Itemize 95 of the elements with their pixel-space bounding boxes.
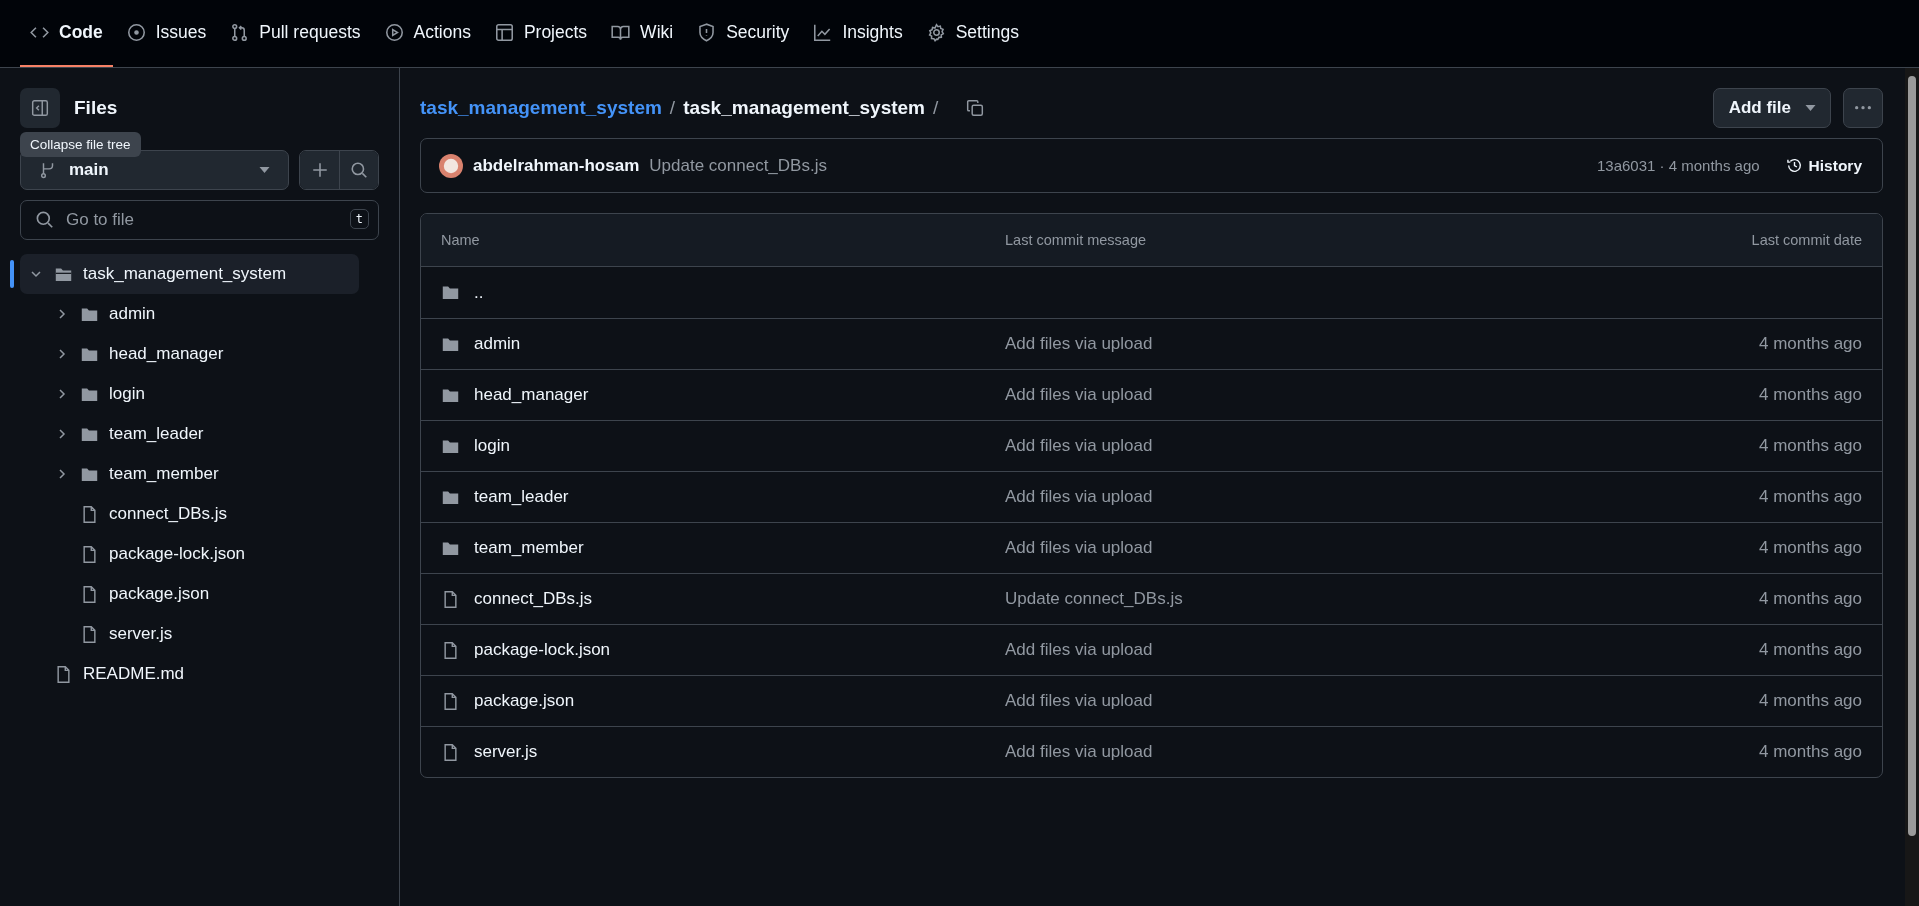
tree-item[interactable]: README.md bbox=[20, 654, 359, 694]
settings-icon bbox=[926, 23, 946, 42]
scrollbar[interactable] bbox=[1905, 68, 1919, 906]
commit-message-link[interactable]: Add files via upload bbox=[1005, 538, 1153, 557]
commit-message-link[interactable]: Add files via upload bbox=[1005, 742, 1153, 761]
tree-item[interactable]: connect_DBs.js bbox=[20, 494, 359, 534]
avatar bbox=[439, 153, 463, 178]
commit-author[interactable]: abdelrahman-hosam bbox=[473, 155, 640, 176]
breadcrumb-separator: / bbox=[933, 97, 939, 119]
book-icon bbox=[611, 23, 631, 42]
tree-item[interactable]: task_management_system bbox=[20, 254, 359, 294]
file-icon bbox=[441, 640, 460, 660]
tree-item[interactable]: package-lock.json bbox=[20, 534, 359, 574]
nav-tab[interactable]: Settings bbox=[916, 0, 1029, 67]
tree-item[interactable]: head_manager bbox=[20, 334, 359, 374]
parent-directory-link[interactable]: .. bbox=[474, 282, 484, 303]
column-header: Last commit message bbox=[1005, 232, 1148, 248]
file-link[interactable]: team_member bbox=[474, 538, 584, 558]
tree-item[interactable]: team_member bbox=[20, 454, 359, 494]
tree-item[interactable]: admin bbox=[20, 294, 359, 334]
tree-item[interactable]: server.js bbox=[20, 614, 359, 654]
file-link[interactable]: team_leader bbox=[474, 487, 569, 507]
caret-icon bbox=[259, 167, 270, 173]
search-icon bbox=[35, 210, 54, 229]
shield-icon bbox=[697, 23, 717, 42]
commit-message-link[interactable]: Update connect_DBs.js bbox=[1005, 589, 1183, 608]
commit-message-link[interactable]: Add files via upload bbox=[1005, 334, 1153, 353]
breadcrumb-link[interactable]: task_management_system bbox=[420, 97, 662, 119]
history-link[interactable]: History bbox=[1785, 156, 1862, 175]
file-icon bbox=[80, 584, 99, 604]
commit-date: 4 months ago bbox=[1759, 334, 1862, 353]
file-link[interactable]: server.js bbox=[474, 742, 538, 762]
commit-date: 4 months ago bbox=[1759, 538, 1862, 557]
search-button[interactable] bbox=[339, 151, 378, 189]
file-icon bbox=[80, 504, 99, 524]
play-icon bbox=[384, 23, 404, 42]
commit-message-link[interactable]: Add files via upload bbox=[1005, 436, 1153, 455]
commit-message[interactable]: Update connect_DBs.js bbox=[649, 155, 827, 176]
plus-icon bbox=[310, 161, 329, 179]
file-icon bbox=[54, 664, 73, 684]
tooltip: Collapse file tree bbox=[20, 132, 141, 157]
search-icon bbox=[350, 161, 368, 179]
sidebar-collapse-icon bbox=[31, 99, 49, 117]
caret-icon bbox=[1805, 105, 1816, 111]
commit-date: 4 months ago bbox=[1759, 436, 1862, 455]
commit-message-link[interactable]: Add files via upload bbox=[1005, 487, 1153, 506]
commit-date: 4 months ago bbox=[1759, 487, 1862, 506]
column-header: Last commit date bbox=[1751, 232, 1863, 248]
file-icon bbox=[441, 589, 460, 609]
shortcut-key: t bbox=[349, 209, 369, 229]
breadcrumb-current: task_management_system bbox=[683, 97, 925, 119]
selection-indicator bbox=[10, 260, 14, 288]
add-file-button[interactable] bbox=[300, 151, 339, 189]
commit-meta[interactable]: 13a6031 · 4 months ago bbox=[1596, 157, 1760, 174]
nav-tab[interactable]: Actions bbox=[374, 0, 481, 67]
column-header: Name bbox=[440, 232, 481, 248]
sidebar-title: Files bbox=[74, 97, 118, 119]
tree-item[interactable]: package.json bbox=[20, 574, 359, 614]
issue-icon bbox=[126, 23, 146, 42]
file-icon bbox=[441, 742, 460, 762]
file-icon bbox=[80, 624, 99, 644]
commit-message-link[interactable]: Add files via upload bbox=[1005, 385, 1153, 404]
add-file-dropdown[interactable]: Add file bbox=[1712, 88, 1831, 128]
table-icon bbox=[494, 23, 514, 42]
nav-tab[interactable]: Projects bbox=[484, 0, 598, 67]
commit-date: 4 months ago bbox=[1759, 589, 1862, 608]
kebab-icon bbox=[1855, 106, 1871, 110]
commit-date: 4 months ago bbox=[1759, 691, 1862, 710]
nav-tab[interactable]: Insights bbox=[803, 0, 913, 67]
file-link[interactable]: connect_DBs.js bbox=[474, 589, 593, 609]
nav-tab[interactable]: Wiki bbox=[601, 0, 684, 67]
nav-tab[interactable]: Pull requests bbox=[220, 0, 371, 67]
commit-date: 4 months ago bbox=[1759, 640, 1862, 659]
file-link[interactable]: package.json bbox=[474, 691, 575, 711]
commit-date: 4 months ago bbox=[1759, 385, 1862, 404]
graph-icon bbox=[813, 23, 833, 42]
file-icon bbox=[441, 691, 460, 711]
nav-tab[interactable]: Issues bbox=[116, 0, 217, 67]
collapse-sidebar-button[interactable] bbox=[20, 88, 60, 128]
pull-request-icon bbox=[230, 23, 250, 42]
breadcrumb-separator: / bbox=[669, 97, 676, 119]
commit-message-link[interactable]: Add files via upload bbox=[1005, 691, 1153, 710]
commit-date: 4 months ago bbox=[1759, 742, 1862, 761]
nav-tab[interactable]: Security bbox=[687, 0, 800, 67]
file-link[interactable]: package-lock.json bbox=[474, 640, 611, 660]
tree-item[interactable]: login bbox=[20, 374, 359, 414]
file-link[interactable]: login bbox=[474, 436, 510, 456]
nav-tab[interactable]: Code bbox=[20, 0, 113, 67]
commit-message-link[interactable]: Add files via upload bbox=[1005, 640, 1153, 659]
file-link[interactable]: head_manager bbox=[474, 385, 589, 405]
history-icon bbox=[1785, 157, 1803, 174]
copy-icon bbox=[966, 99, 985, 117]
file-link[interactable]: admin bbox=[474, 334, 521, 354]
tree-item[interactable]: team_leader bbox=[20, 414, 359, 454]
file-icon bbox=[80, 544, 99, 564]
